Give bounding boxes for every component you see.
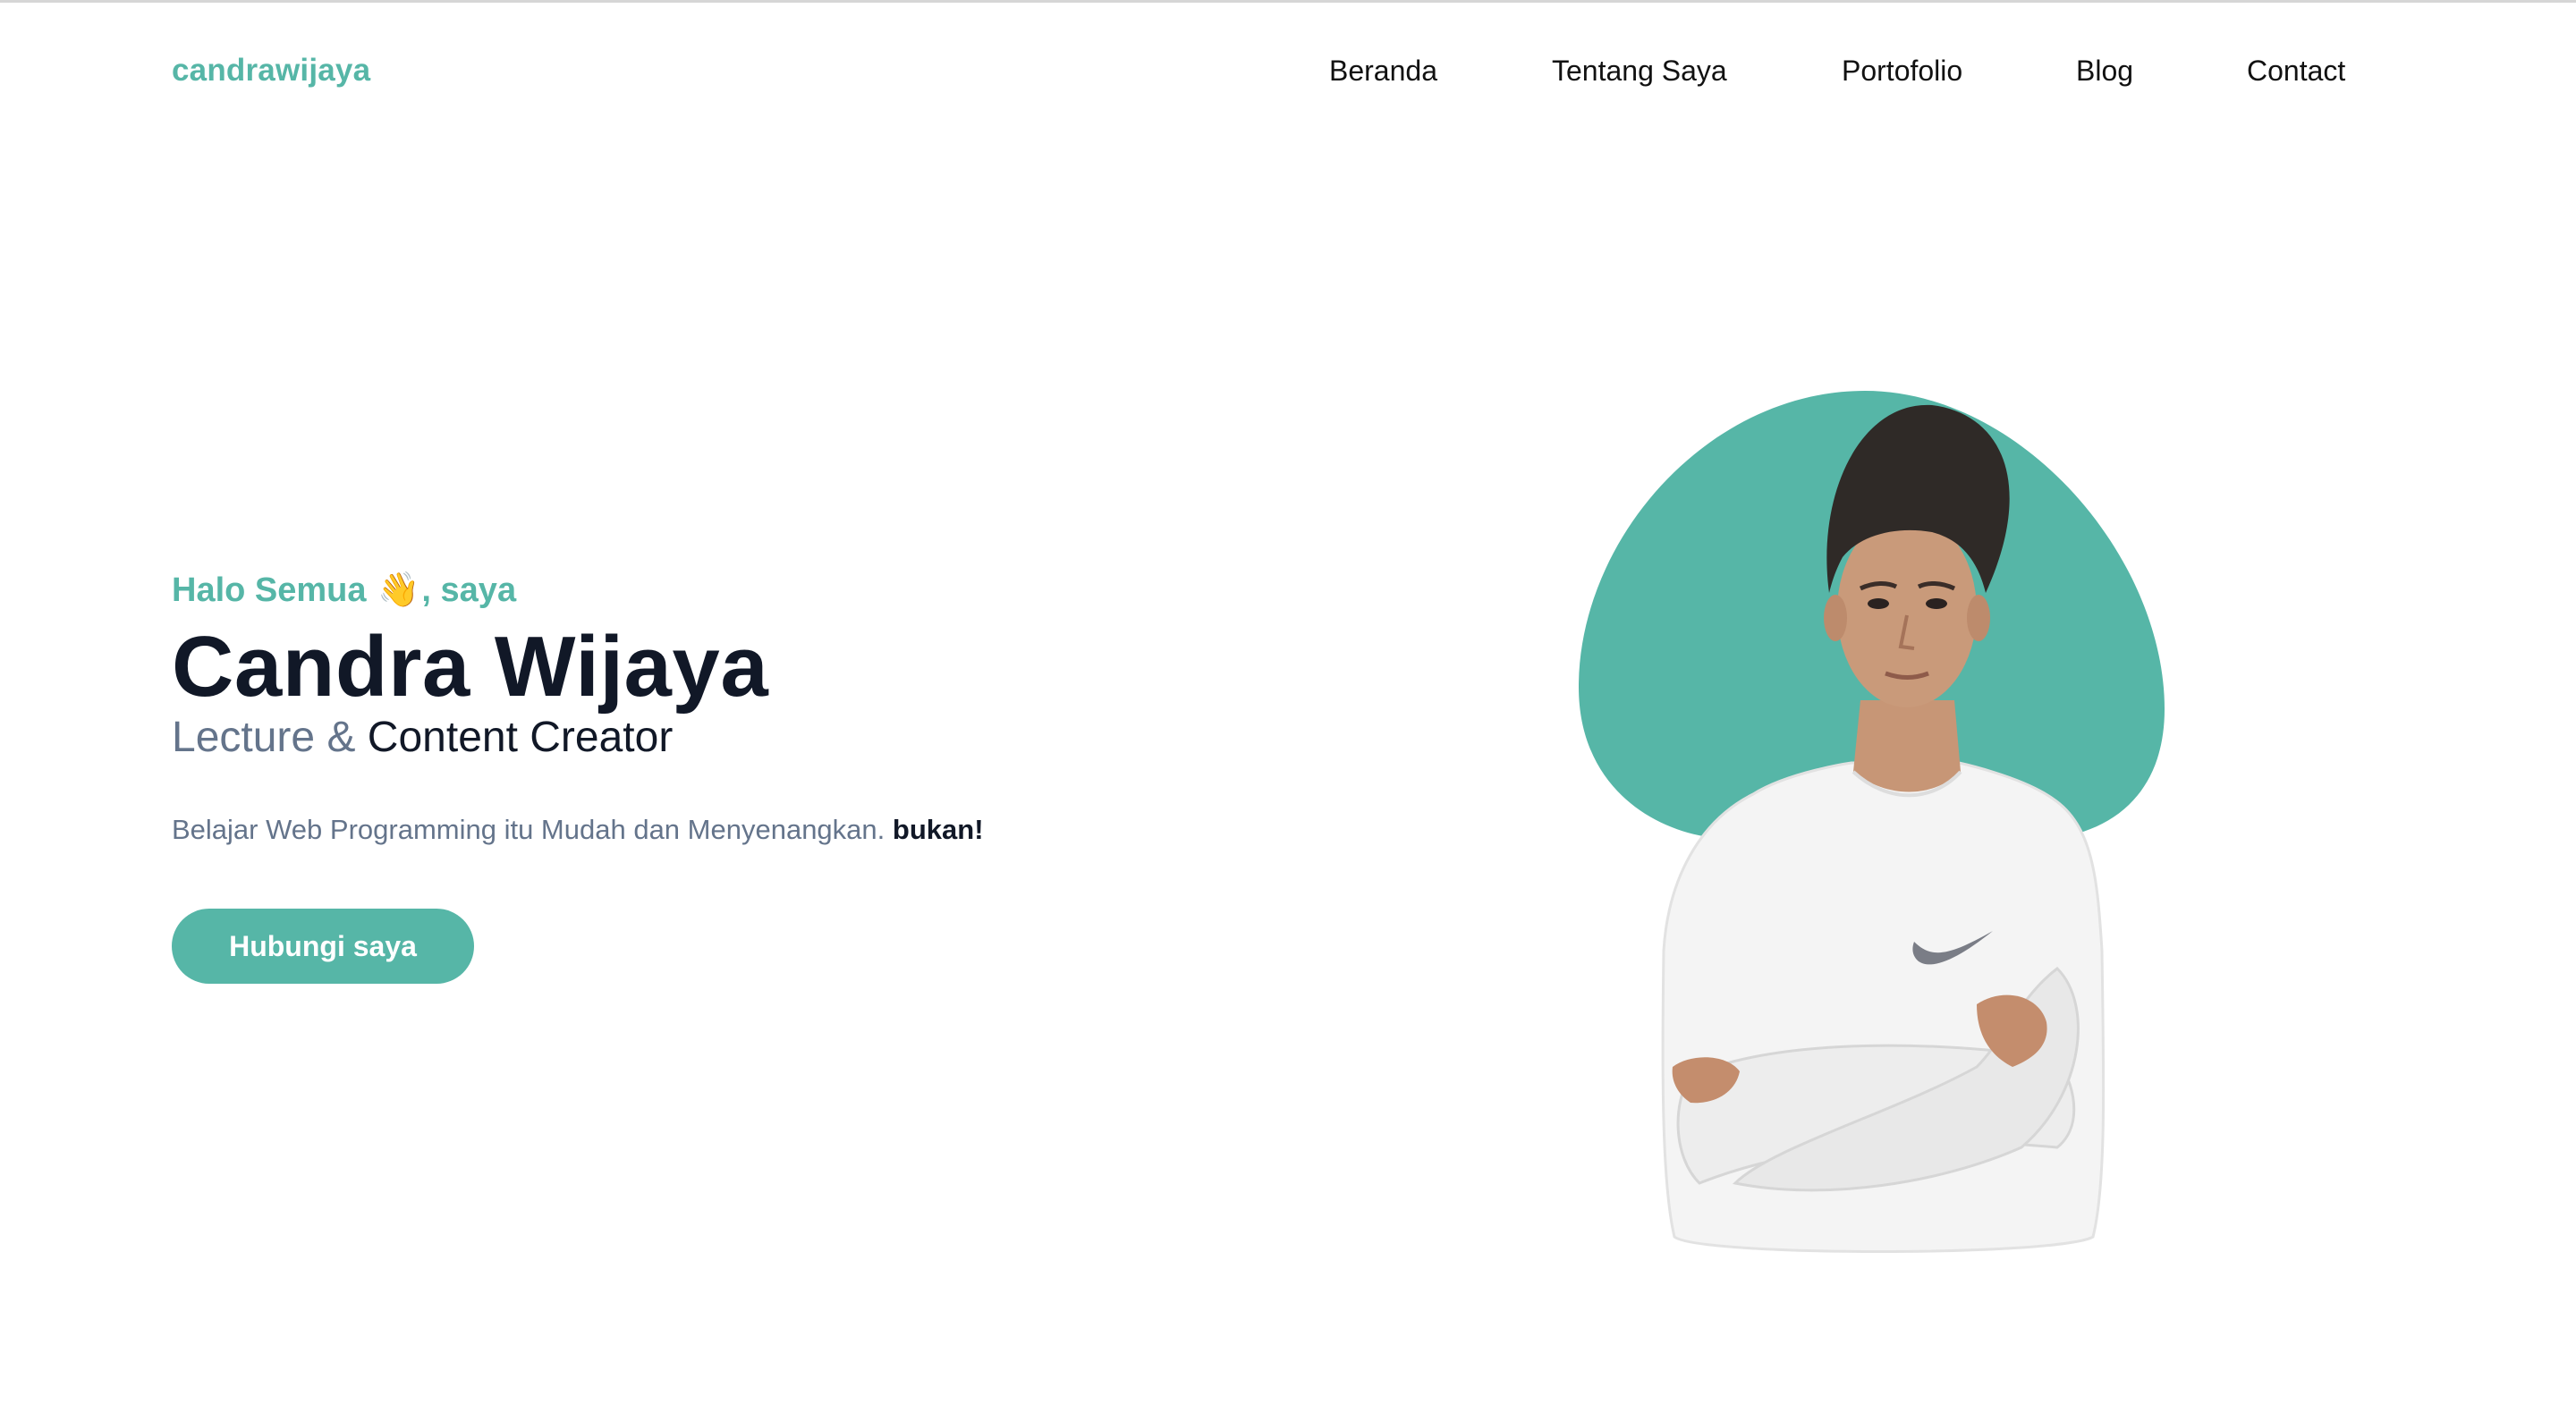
tagline-text: Belajar Web Programming itu Mudah dan Me… xyxy=(172,814,886,845)
nav-link-blog[interactable]: Blog xyxy=(2076,53,2133,89)
role-lecture: Lecture & xyxy=(172,714,356,761)
portrait-eye-right xyxy=(1926,598,1947,609)
nav-link-contact[interactable]: Contact xyxy=(2247,53,2345,89)
nav-link-beranda[interactable]: Beranda xyxy=(1329,53,1437,89)
greeting-suffix: , saya xyxy=(421,571,517,609)
portrait-eye-left xyxy=(1868,598,1889,609)
hero-tagline: Belajar Web Programming itu Mudah dan Me… xyxy=(172,812,1335,848)
landing-page: candrawijaya Beranda Tentang Saya Portof… xyxy=(0,0,2576,1413)
hero-section: Halo Semua 👋, saya Candra Wijaya Lecture… xyxy=(172,564,1335,984)
hero-role: Lecture & Content Creator xyxy=(172,712,1335,764)
portrait-ear-right xyxy=(1967,595,1990,641)
nav-menu: Beranda Tentang Saya Portofolio Blog Con… xyxy=(0,53,2576,89)
tagline-emphasis: bukan! xyxy=(892,814,984,845)
role-content-creator: Content Creator xyxy=(367,714,674,761)
nav-link-tentang-saya[interactable]: Tentang Saya xyxy=(1552,53,1727,89)
hero-greeting: Halo Semua 👋, saya xyxy=(172,564,1335,615)
person-photo-icon xyxy=(1579,391,2165,1253)
contact-me-button[interactable]: Hubungi saya xyxy=(172,909,474,984)
greeting-prefix: Halo Semua xyxy=(172,571,367,609)
waving-hand-icon: 👋 xyxy=(377,570,420,609)
nav-link-portofolio[interactable]: Portofolio xyxy=(1842,53,1962,89)
profile-portrait xyxy=(1556,378,2182,1273)
portrait-neck xyxy=(1853,700,1961,792)
hero-name: Candra Wijaya xyxy=(172,619,769,715)
navbar: candrawijaya Beranda Tentang Saya Portof… xyxy=(0,3,2576,137)
portrait-ear-left xyxy=(1824,595,1847,641)
